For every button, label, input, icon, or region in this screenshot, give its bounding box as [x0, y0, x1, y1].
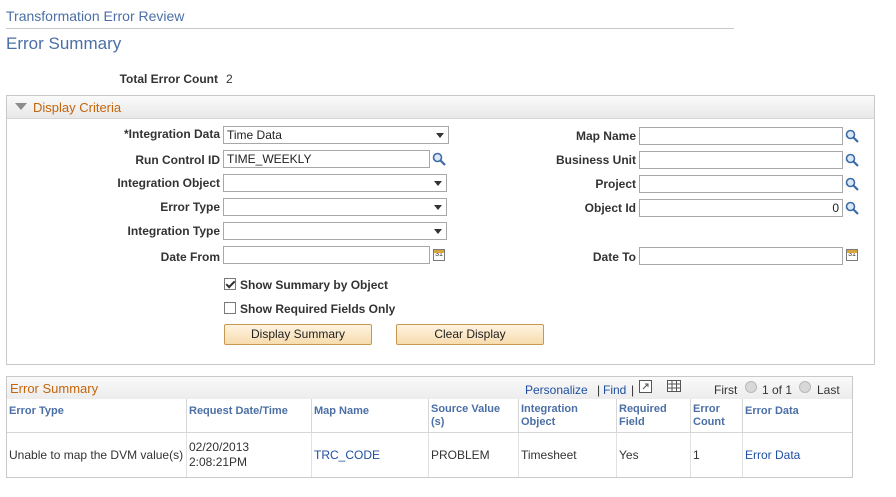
col-required-field[interactable]: Required Field [617, 399, 691, 433]
grid-title: Error Summary [10, 381, 99, 396]
breadcrumb-divider [6, 28, 734, 29]
calendar-icon[interactable]: 31 [433, 249, 445, 261]
next-row-icon[interactable] [799, 381, 811, 393]
integration-data-value: Time Data [227, 128, 282, 142]
grid-header-bar: Error Summary Personalize | Find | First… [7, 377, 852, 400]
error-summary-grid: Error Summary Personalize | Find | First… [6, 376, 853, 478]
table-row-map-name-link[interactable]: TRC_CODE [312, 433, 429, 477]
integration-object-select[interactable] [223, 174, 447, 192]
object-id-input[interactable]: 0 [639, 199, 843, 217]
col-map-name[interactable]: Map Name [312, 399, 429, 433]
show-summary-checkbox[interactable] [224, 278, 236, 290]
integration-data-label: *Integration Data [123, 127, 220, 141]
display-criteria-header[interactable]: Display Criteria [7, 96, 874, 119]
col-source-value[interactable]: Source Value (s) [429, 399, 519, 433]
project-label: Project [595, 177, 636, 191]
show-required-label: Show Required Fields Only [240, 302, 396, 316]
date-from-input[interactable] [223, 246, 430, 264]
display-summary-button[interactable]: Display Summary [224, 324, 372, 345]
col-error-count[interactable]: Error Count [691, 399, 743, 433]
run-control-id-label: Run Control ID [135, 153, 220, 167]
table-row-source-value: PROBLEM [429, 433, 519, 477]
integration-type-select[interactable] [223, 222, 447, 240]
breadcrumb: Transformation Error Review [6, 8, 185, 24]
object-id-label: Object Id [584, 201, 636, 215]
map-name-input[interactable] [639, 127, 843, 145]
error-type-label: Error Type [160, 200, 220, 214]
download-grid-icon[interactable] [667, 380, 681, 392]
col-integration-object[interactable]: Integration Object [519, 399, 617, 433]
last-label: Last [817, 383, 840, 397]
project-input[interactable] [639, 175, 843, 193]
integration-type-label: Integration Type [127, 224, 220, 238]
integration-object-label: Integration Object [117, 176, 220, 190]
magnifier-icon[interactable] [845, 177, 859, 191]
first-label: First [714, 383, 738, 397]
magnifier-icon[interactable] [845, 129, 859, 143]
collapse-triangle-icon[interactable] [15, 103, 27, 110]
table-row-required-field: Yes [617, 433, 691, 477]
date-to-input[interactable] [639, 247, 843, 265]
magnifier-icon[interactable] [845, 153, 859, 167]
magnifier-icon[interactable] [845, 201, 859, 215]
map-name-label: Map Name [575, 129, 636, 143]
table-row-integration-object: Timesheet [519, 433, 617, 477]
error-type-select[interactable] [223, 198, 447, 216]
row-range: 1 of 1 [762, 383, 793, 397]
table-row-error-data-link[interactable]: Error Data [743, 433, 852, 477]
total-error-count-value: 2 [226, 72, 233, 86]
magnifier-icon[interactable] [432, 152, 446, 166]
page-title: Error Summary [6, 34, 122, 53]
chevron-down-icon [434, 205, 442, 210]
col-request-date[interactable]: Request Date/Time [187, 399, 312, 433]
chevron-down-icon [434, 181, 442, 186]
show-required-checkbox[interactable] [224, 302, 236, 314]
run-control-id-input[interactable]: TIME_WEEKLY [223, 150, 430, 168]
total-error-count-label: Total Error Count [119, 72, 218, 86]
table-row-error-type: Unable to map the DVM value(s) [7, 433, 187, 477]
chevron-down-icon [436, 133, 444, 138]
previous-row-icon[interactable] [745, 381, 757, 393]
nav-separator: | [597, 383, 601, 397]
view-all-icon[interactable] [639, 380, 652, 393]
date-to-label: Date To [592, 250, 636, 264]
date-from-label: Date From [160, 250, 220, 264]
chevron-down-icon [434, 229, 442, 234]
table-row-error-count: 1 [691, 433, 743, 477]
display-criteria-title: Display Criteria [33, 100, 122, 115]
show-summary-label: Show Summary by Object [240, 278, 389, 292]
business-unit-input[interactable] [639, 151, 843, 169]
personalize-link[interactable]: Personalize [525, 383, 588, 397]
find-link[interactable]: Find [603, 383, 626, 397]
col-error-data[interactable]: Error Data [743, 399, 852, 433]
table-row-request-date: 02/20/2013 2:08:21PM [187, 433, 312, 477]
col-error-type[interactable]: Error Type [7, 399, 187, 433]
nav-separator: | [631, 383, 635, 397]
clear-display-button[interactable]: Clear Display [396, 324, 544, 345]
business-unit-label: Business Unit [555, 153, 636, 167]
integration-data-select[interactable]: Time Data [223, 126, 449, 144]
calendar-icon[interactable]: 31 [846, 249, 858, 261]
